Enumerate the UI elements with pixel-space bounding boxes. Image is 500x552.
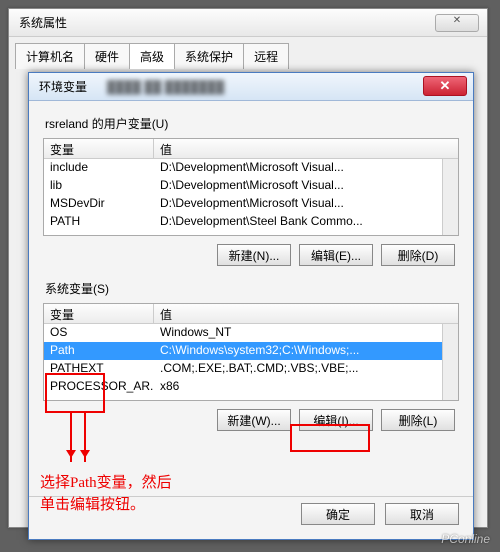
var-value: D:\Development\Microsoft Visual... [154, 159, 458, 177]
col-value[interactable]: 值 [154, 139, 458, 158]
table-row[interactable]: PATHD:\Development\Steel Bank Commo... [44, 213, 458, 231]
var-name: PATHEXT [44, 360, 154, 378]
annotation-arrow-icon [84, 412, 86, 462]
var-name: Path [44, 342, 154, 360]
scrollbar[interactable] [442, 159, 458, 235]
col-value[interactable]: 值 [154, 304, 458, 323]
delete-sys-button[interactable]: 删除(L) [381, 409, 455, 431]
table-row[interactable]: MSDevDirD:\Development\Microsoft Visual.… [44, 195, 458, 213]
var-value: Windows_NT [154, 324, 458, 342]
var-value: D:\Development\Microsoft Visual... [154, 177, 458, 195]
table-row[interactable]: OSWindows_NT [44, 324, 458, 342]
var-value: x86 [154, 378, 458, 396]
col-variable[interactable]: 变量 [44, 304, 154, 323]
annotation-arrow-icon [70, 412, 72, 462]
var-value: D:\Development\Microsoft Visual... [154, 195, 458, 213]
delete-user-button[interactable]: 删除(D) [381, 244, 455, 266]
new-sys-button[interactable]: 新建(W)... [217, 409, 291, 431]
annotation-text: 选择Path变量，然后 单击编辑按钮。 [40, 472, 172, 516]
tab-hardware[interactable]: 硬件 [84, 43, 130, 69]
user-vars-list[interactable]: 变量 值 includeD:\Development\Microsoft Vis… [43, 138, 459, 236]
annotation-line: 选择Path变量，然后 [40, 472, 172, 494]
var-name: PATH [44, 213, 154, 231]
tab-strip: 计算机名 硬件 高级 系统保护 远程 [9, 37, 487, 69]
annotation-line: 单击编辑按钮。 [40, 494, 172, 516]
list-header: 变量 值 [44, 304, 458, 324]
cancel-button[interactable]: 取消 [385, 503, 459, 525]
table-row[interactable]: PathC:\Windows\system32;C:\Windows;... [44, 342, 458, 360]
table-row[interactable]: PROCESSOR_AR...x86 [44, 378, 458, 396]
var-name: PROCESSOR_AR... [44, 378, 154, 396]
user-vars-label: rsreland 的用户变量(U) [45, 115, 459, 132]
close-button[interactable]: ✕ [435, 14, 479, 32]
var-name: lib [44, 177, 154, 195]
dialog-titlebar: 环境变量 ████ ██ ███████ ✕ [29, 73, 473, 101]
sys-vars-label: 系统变量(S) [45, 280, 459, 297]
tab-system-protection[interactable]: 系统保护 [174, 43, 244, 69]
var-value: C:\Windows\system32;C:\Windows;... [154, 342, 458, 360]
edit-user-button[interactable]: 编辑(E)... [299, 244, 373, 266]
var-name: include [44, 159, 154, 177]
table-row[interactable]: libD:\Development\Microsoft Visual... [44, 177, 458, 195]
var-value: D:\Development\Steel Bank Commo... [154, 213, 458, 231]
environment-variables-dialog: 环境变量 ████ ██ ███████ ✕ rsreland 的用户变量(U)… [28, 72, 474, 540]
list-header: 变量 值 [44, 139, 458, 159]
new-user-button[interactable]: 新建(N)... [217, 244, 291, 266]
window-title: 系统属性 [9, 9, 487, 37]
sys-vars-list[interactable]: 变量 值 OSWindows_NTPathC:\Windows\system32… [43, 303, 459, 401]
ok-button[interactable]: 确定 [301, 503, 375, 525]
var-name: OS [44, 324, 154, 342]
table-row[interactable]: PATHEXT.COM;.EXE;.BAT;.CMD;.VBS;.VBE;... [44, 360, 458, 378]
watermark: PConline [441, 532, 490, 546]
var-name: MSDevDir [44, 195, 154, 213]
dialog-close-button[interactable]: ✕ [423, 76, 467, 96]
blurred-text: ████ ██ ███████ [107, 80, 224, 94]
scrollbar[interactable] [442, 324, 458, 400]
dialog-title: 环境变量 [39, 78, 87, 95]
edit-sys-button[interactable]: 编辑(I)... [299, 409, 373, 431]
tab-advanced[interactable]: 高级 [129, 43, 175, 69]
var-value: .COM;.EXE;.BAT;.CMD;.VBS;.VBE;... [154, 360, 458, 378]
tab-computer-name[interactable]: 计算机名 [15, 43, 85, 69]
table-row[interactable]: includeD:\Development\Microsoft Visual..… [44, 159, 458, 177]
col-variable[interactable]: 变量 [44, 139, 154, 158]
tab-remote[interactable]: 远程 [243, 43, 289, 69]
